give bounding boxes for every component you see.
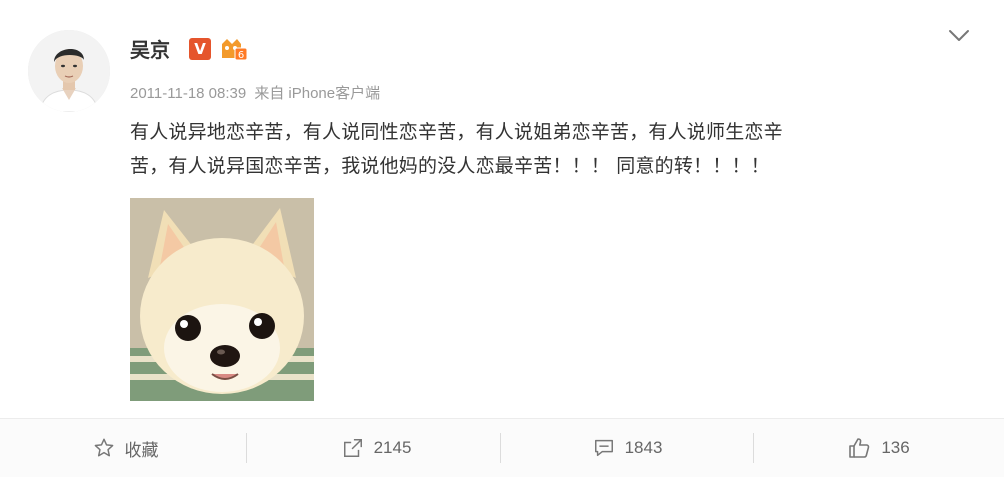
- favorite-button[interactable]: 收藏: [0, 419, 251, 477]
- repost-icon: [343, 439, 362, 457]
- weibo-post-card: 吴京 V 6 2011-11-18 08:39 来自 iPhone客户端 有人说异…: [0, 0, 1004, 477]
- favorite-label: 收藏: [124, 440, 159, 460]
- comment-button[interactable]: 1843: [502, 419, 753, 477]
- avatar-portrait: [28, 30, 110, 112]
- like-button[interactable]: 136: [753, 419, 1004, 477]
- repost-button[interactable]: 2145: [251, 419, 502, 477]
- like-count: 136: [881, 438, 910, 457]
- comment-count: 1843: [624, 438, 663, 457]
- verified-badge: V: [189, 38, 211, 60]
- pomeranian-dog-photo: [130, 198, 314, 401]
- comment-icon: [594, 439, 613, 457]
- post-image[interactable]: [130, 198, 314, 401]
- chevron-down-icon: [949, 30, 969, 41]
- level-badge: 6: [219, 36, 249, 62]
- repost-count: 2145: [373, 438, 412, 457]
- action-bar: 收藏 2145 1843 136: [0, 418, 1004, 477]
- source-client[interactable]: iPhone客户端: [288, 85, 380, 102]
- post-text: 有人说异地恋辛苦，有人说同性恋辛苦，有人说姐弟恋辛苦，有人说师生恋辛 苦，有人说…: [130, 115, 950, 183]
- divider: [246, 433, 247, 463]
- source-prefix: 来自: [254, 85, 285, 102]
- post-text-line-2: 苦，有人说异国恋辛苦，我说他妈的没人恋最辛苦！！！ 同意的转！！！！: [130, 155, 770, 177]
- star-icon: [94, 438, 113, 457]
- level-number: 6: [238, 50, 244, 61]
- timestamp[interactable]: 2011-11-18 08:39: [130, 85, 246, 102]
- avatar[interactable]: [28, 30, 110, 112]
- post-meta: 2011-11-18 08:39 来自 iPhone客户端: [130, 82, 384, 103]
- crown-level-icon: 6: [222, 39, 248, 61]
- divider: [500, 433, 501, 463]
- thumbs-up-icon: [849, 438, 870, 458]
- expand-menu-button[interactable]: [948, 28, 970, 42]
- post-text-line-1: 有人说异地恋辛苦，有人说同性恋辛苦，有人说姐弟恋辛苦，有人说师生恋辛: [130, 121, 783, 143]
- author-name[interactable]: 吴京: [130, 34, 170, 63]
